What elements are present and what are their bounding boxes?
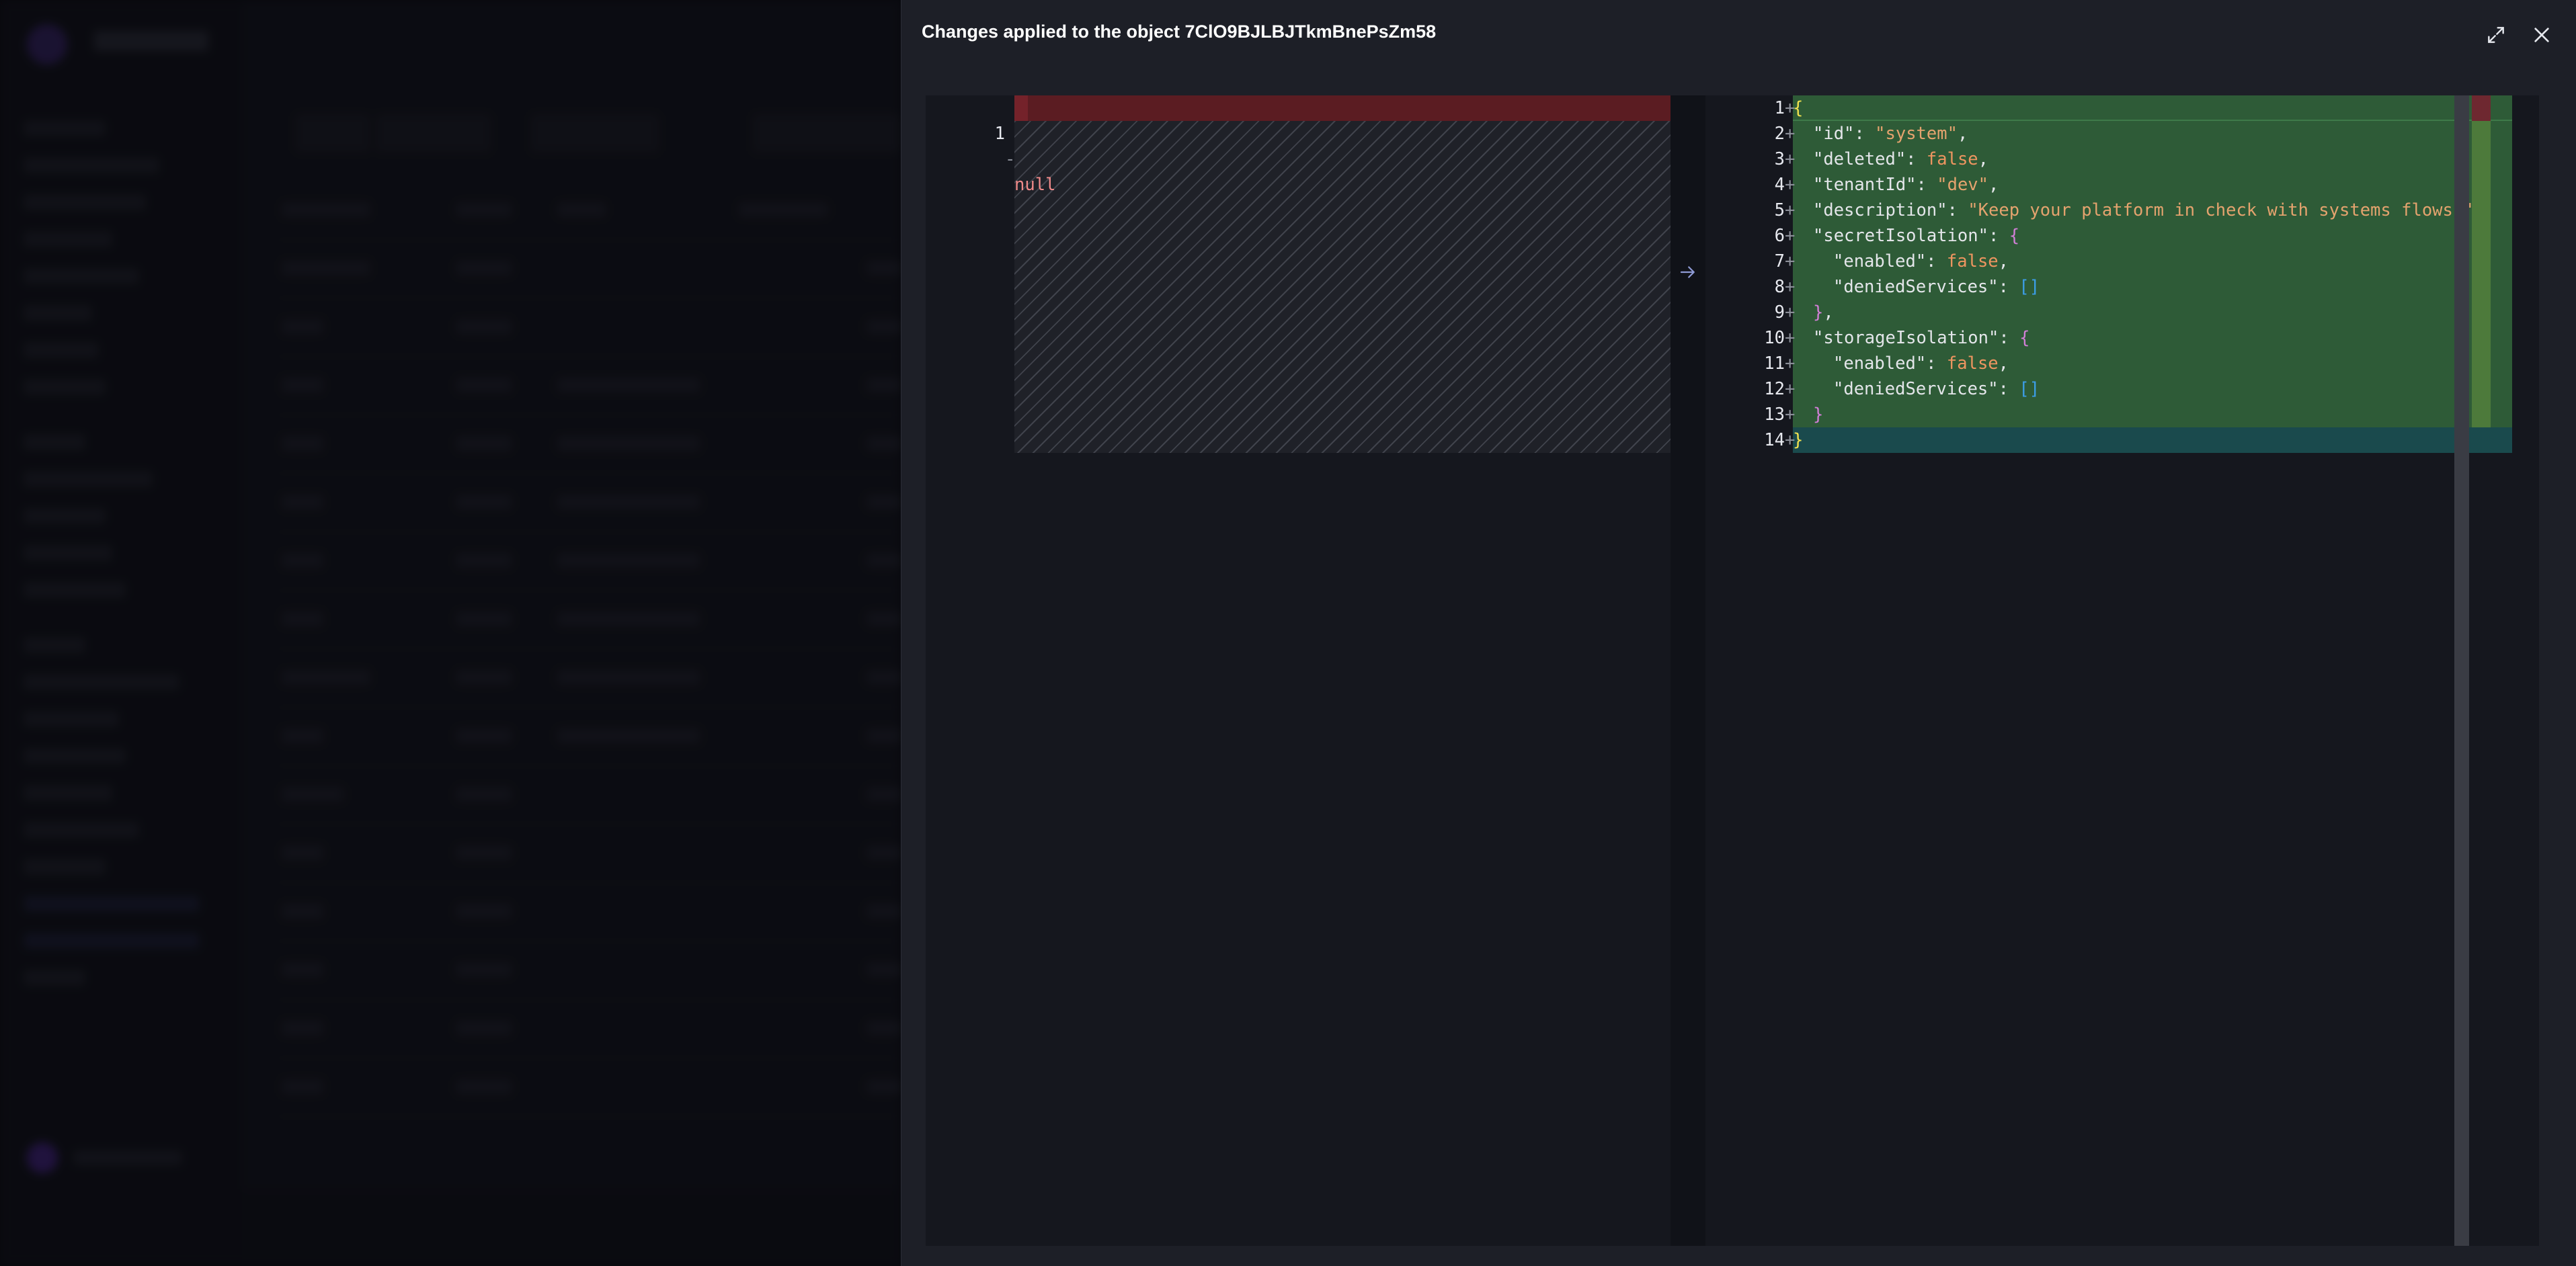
diff-marker: + — [1785, 277, 1796, 297]
diff-marker: + — [1785, 226, 1796, 246]
code-line: "tenantId": "dev", — [1813, 175, 1999, 195]
editor-scrollbar[interactable] — [2454, 95, 2469, 1246]
line-number: 4 — [1774, 175, 1785, 195]
line-number: 11 — [1764, 353, 1785, 374]
line-number: 6 — [1774, 226, 1785, 246]
diff-marker: + — [1785, 200, 1796, 220]
diff-marker: + — [1785, 149, 1796, 169]
code-line: "storageIsolation": { — [1813, 328, 2030, 348]
line-number: 10 — [1764, 328, 1785, 348]
diff-marker: + — [1785, 353, 1796, 374]
code-line: "secretIsolation": { — [1813, 226, 2020, 246]
diff-marker: + — [1785, 251, 1796, 271]
code-line: "id": "system", — [1813, 124, 1968, 144]
null-value: null — [1014, 175, 1056, 195]
original-line: 1 - null — [926, 95, 1671, 195]
line-number: 7 — [1774, 251, 1785, 271]
diff-placeholder-hatch — [1014, 121, 1671, 453]
diff-marker: + — [1785, 124, 1796, 144]
line-number: 3 — [1774, 149, 1785, 169]
diff-original-pane: 1 - null — [926, 95, 1671, 1246]
drawer-title: Changes applied to the object 7ClO9BJLBJ… — [922, 22, 1437, 42]
added-first-line — [1793, 95, 2512, 121]
code-line: "deleted": false, — [1813, 149, 1989, 169]
diff-modified-pane: 1 + 2 + 3 + 4 + 5 + 6 + 7 + 8 + 9 + 10 + 11 + 12 + 1… — [1705, 95, 2539, 1246]
diff-marker: - — [1005, 149, 1016, 169]
modal-overlay[interactable] — [0, 0, 901, 1266]
added-current-line-highlight — [1793, 427, 2512, 453]
line-number: 9 — [1774, 302, 1785, 323]
diff-center-gutter — [1671, 95, 1705, 1246]
code-line: }, — [1813, 302, 1834, 323]
overview-ruler-added — [2472, 95, 2491, 427]
code-line: } — [1813, 405, 1824, 425]
diff-marker: + — [1785, 328, 1796, 348]
line-number: 5 — [1774, 200, 1785, 220]
code-line: "deniedServices": [] — [1833, 379, 2040, 399]
code-line: "enabled": false, — [1833, 251, 2009, 271]
line-number: 14 — [1764, 430, 1785, 450]
expand-icon — [2488, 27, 2504, 43]
code-line: "description": "Keep your platform in ch… — [1813, 200, 2484, 220]
arrow-right-icon — [1680, 266, 1695, 278]
close-icon — [2534, 28, 2549, 42]
diff-marker: + — [1785, 302, 1796, 323]
code-line: "deniedServices": [] — [1833, 277, 2040, 297]
diff-marker: + — [1785, 379, 1796, 399]
code-line: } — [1793, 430, 1804, 450]
line-number: 12 — [1764, 379, 1785, 399]
diff-editor: 1 - null 1 + 2 + 3 + 4 + 5 + 6 + 7 + 8 + 9 + 10 — [926, 95, 2539, 1246]
code-line: "enabled": false, — [1833, 353, 2009, 374]
diff-marker: + — [1785, 175, 1796, 195]
line-number: 8 — [1774, 277, 1785, 297]
changes-drawer: Changes applied to the object 7ClO9BJLBJ… — [901, 0, 2576, 1266]
close-button[interactable] — [2527, 20, 2557, 50]
line-number: 13 — [1764, 405, 1785, 425]
line-number: 1 — [994, 124, 1005, 144]
code-line: { — [1793, 98, 1804, 118]
line-number: 1 — [1774, 98, 1785, 118]
diff-marker: + — [1785, 405, 1796, 425]
expand-button[interactable] — [2481, 20, 2511, 50]
overview-ruler-removed — [2472, 95, 2491, 121]
line-number: 2 — [1774, 124, 1785, 144]
